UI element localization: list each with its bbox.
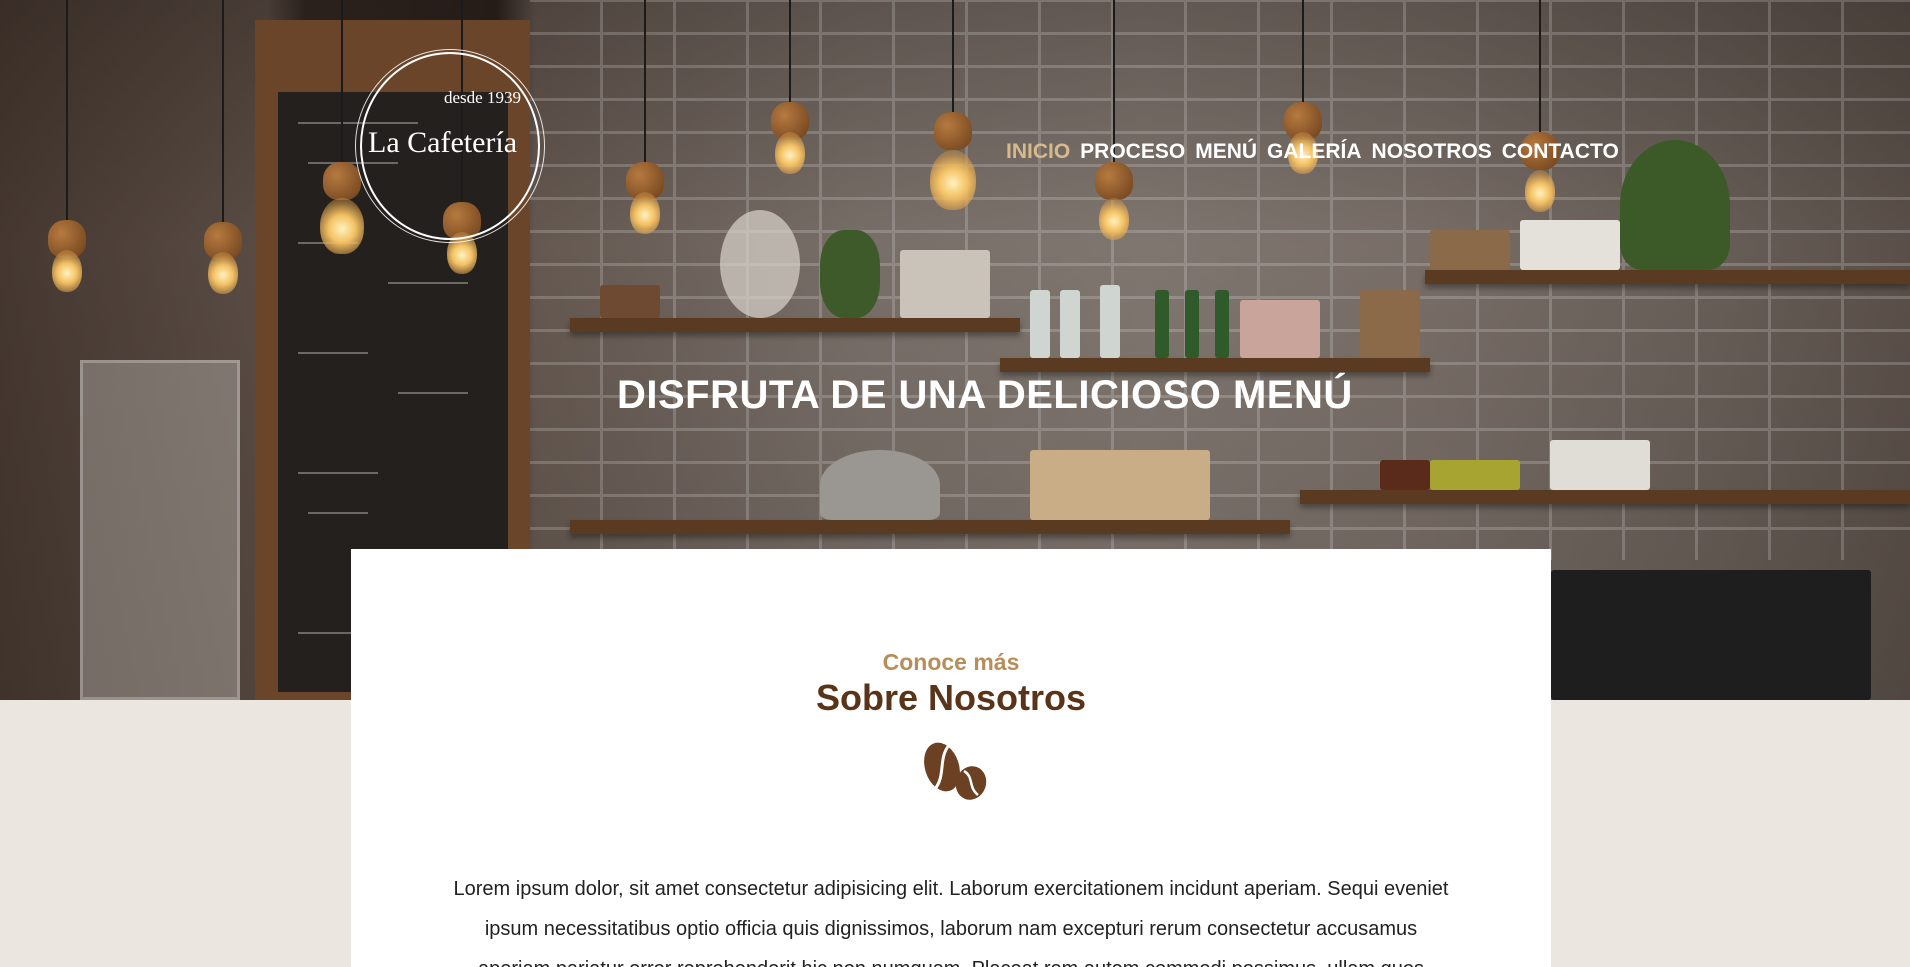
- hero-title: DISFRUTA DE UNA DELICIOSO MENÚ: [617, 373, 1353, 417]
- section-title: Sobre Nosotros: [815, 677, 1087, 718]
- about-section: Conoce más Sobre Nosotros Lorem ipsum do…: [351, 549, 1551, 967]
- shelf: [1000, 358, 1430, 372]
- coffee-beans-icon: [924, 742, 987, 800]
- shelf: [1300, 490, 1910, 504]
- logo-since-text: desde 1939: [444, 88, 521, 107]
- nav-item-nosotros[interactable]: NOSOTROS: [1372, 140, 1492, 164]
- nav-item-contacto[interactable]: CONTACTO: [1502, 140, 1619, 164]
- section-kicker: Conoce más: [882, 649, 1020, 675]
- logo-name-text: La Cafetería: [368, 126, 518, 159]
- shelf: [1425, 270, 1910, 284]
- nav-item-galeria[interactable]: GALERÍA: [1267, 140, 1362, 164]
- background-door: [80, 360, 240, 700]
- nav-item-inicio[interactable]: INICIO: [1006, 140, 1070, 164]
- shelf: [570, 520, 1290, 534]
- about-paragraph: Lorem ipsum dolor, sit amet consectetur …: [453, 878, 1449, 967]
- nav-item-proceso[interactable]: PROCESO: [1080, 140, 1185, 164]
- main-navigation: INICIO PROCESO MENÚ GALERÍA NOSOTROS CON…: [1006, 140, 1619, 164]
- nav-item-menu[interactable]: MENÚ: [1195, 140, 1257, 164]
- shelf: [570, 318, 1020, 332]
- brand-logo[interactable]: desde 1939 La Cafetería: [355, 49, 545, 243]
